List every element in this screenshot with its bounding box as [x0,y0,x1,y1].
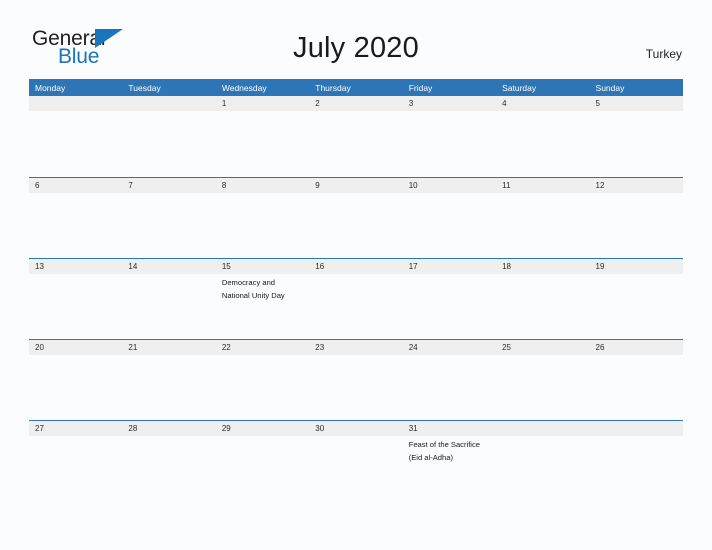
calendar-day-cell[interactable]: 16 [309,259,403,339]
holiday-event-label: Democracy and National Unity Day [221,278,285,300]
calendar-day-cell[interactable]: 17 [402,259,497,339]
weekday-header-wednesday: Wednesday [221,82,267,93]
calendar-day-cell[interactable]: 14 [122,259,216,339]
day-number: 14 [122,259,216,274]
day-number: 12 [589,178,683,193]
holiday-event-label: Feast of the Sacrifice (Eid al-Adha) [408,440,481,462]
calendar-day-cell[interactable]: 2 [309,96,403,177]
day-number: 6 [29,178,123,193]
day-number: 13 [29,259,123,274]
weekday-header-friday: Friday [408,82,433,93]
day-number: 7 [122,178,216,193]
calendar-day-cell-empty [589,421,683,501]
calendar-day-cell[interactable]: 13 [29,259,123,339]
calendar-day-cell[interactable]: 28 [122,421,216,501]
calendar-day-cell[interactable]: 18 [496,259,590,339]
calendar-day-cell[interactable]: 26 [589,340,683,420]
day-number [496,421,590,436]
calendar-day-cell[interactable]: 23 [309,340,403,420]
day-number [589,421,683,436]
day-number: 28 [122,421,216,436]
calendar-day-cell[interactable]: 11 [496,178,590,258]
calendar-day-cell[interactable]: 1 [215,96,310,177]
calendar-week-row: 6 7 8 9 10 11 12 [29,177,683,258]
calendar-day-cell[interactable]: 27 [29,421,123,501]
calendar-day-cell[interactable]: 5 [589,96,683,177]
calendar-day-cell-empty [496,421,590,501]
calendar-day-cell[interactable]: 20 [29,340,123,420]
day-number: 3 [402,96,497,111]
calendar-day-cell[interactable]: 15 Democracy and National Unity Day [215,259,310,339]
calendar-week-row: 13 14 15 Democracy and National Unity Day 16… [29,258,683,339]
calendar-week-row: 20 21 22 23 24 25 26 [29,339,683,420]
day-number [29,96,123,111]
calendar-day-cell-empty [122,96,216,177]
day-number: 29 [215,421,310,436]
calendar-day-cell[interactable]: 31 Feast of the Sacrifice (Eid al-Adha) [402,421,497,501]
day-number: 9 [309,178,403,193]
calendar-day-cell[interactable]: 4 [496,96,590,177]
calendar-weeks: 1 2 3 4 5 6 7 8 9 10 11 12 13 14 15 Democracy and Natio… [29,96,683,501]
day-number: 16 [309,259,403,274]
calendar-grid: Monday Tuesday Wednesday Thursday Friday Satu… [29,79,683,501]
calendar-day-cell[interactable]: 29 [215,421,310,501]
day-number: 25 [496,340,590,355]
calendar-day-cell[interactable]: 12 [589,178,683,258]
day-number: 1 [215,96,310,111]
calendar-day-cell[interactable]: 21 [122,340,216,420]
day-number: 20 [29,340,123,355]
day-number: 22 [215,340,310,355]
page-header: General Blue July 2020 Turkey [0,0,712,78]
calendar-day-cell[interactable]: 6 [29,178,123,258]
calendar-day-cell[interactable]: 22 [215,340,310,420]
day-number: 23 [309,340,403,355]
day-number: 17 [402,259,497,274]
day-number: 31 [402,421,497,436]
day-number: 24 [402,340,497,355]
day-number: 11 [496,178,590,193]
weekday-header-tuesday: Tuesday [128,82,161,93]
day-number: 2 [309,96,403,111]
calendar-day-cell[interactable]: 24 [402,340,497,420]
weekday-header-thursday: Thursday [315,82,351,93]
calendar-day-cell[interactable]: 3 [402,96,497,177]
day-number: 18 [496,259,590,274]
calendar-day-cell[interactable]: 7 [122,178,216,258]
calendar-day-cell[interactable]: 25 [496,340,590,420]
calendar-day-cell[interactable]: 8 [215,178,310,258]
day-number: 21 [122,340,216,355]
calendar-week-row: 27 28 29 30 31 Feast of the Sacrifice (Eid al… [29,420,683,501]
day-number: 15 [215,259,310,274]
day-number: 30 [309,421,403,436]
calendar-day-cell[interactable]: 10 [402,178,497,258]
calendar-day-cell[interactable]: 19 [589,259,683,339]
page-title: July 2020 [293,32,419,64]
day-number: 5 [589,96,683,111]
country-label: Turkey [645,47,682,61]
day-number: 19 [589,259,683,274]
weekday-header-monday: Monday [35,82,66,93]
calendar-day-cell[interactable]: 9 [309,178,403,258]
calendar-week-row: 12345 [29,96,683,177]
day-number: 8 [215,178,310,193]
day-number [122,96,216,111]
weekday-header-saturday: Saturday [502,82,537,93]
day-number: 10 [402,178,497,193]
day-number: 26 [589,340,683,355]
day-number: 4 [496,96,590,111]
calendar-day-cell[interactable]: 30 [309,421,403,501]
day-number: 27 [29,421,123,436]
calendar-day-cell-empty [29,96,123,177]
weekday-header-sunday: Sunday [595,82,625,93]
weekday-header-row: Monday Tuesday Wednesday Thursday Friday Satu… [29,79,683,96]
